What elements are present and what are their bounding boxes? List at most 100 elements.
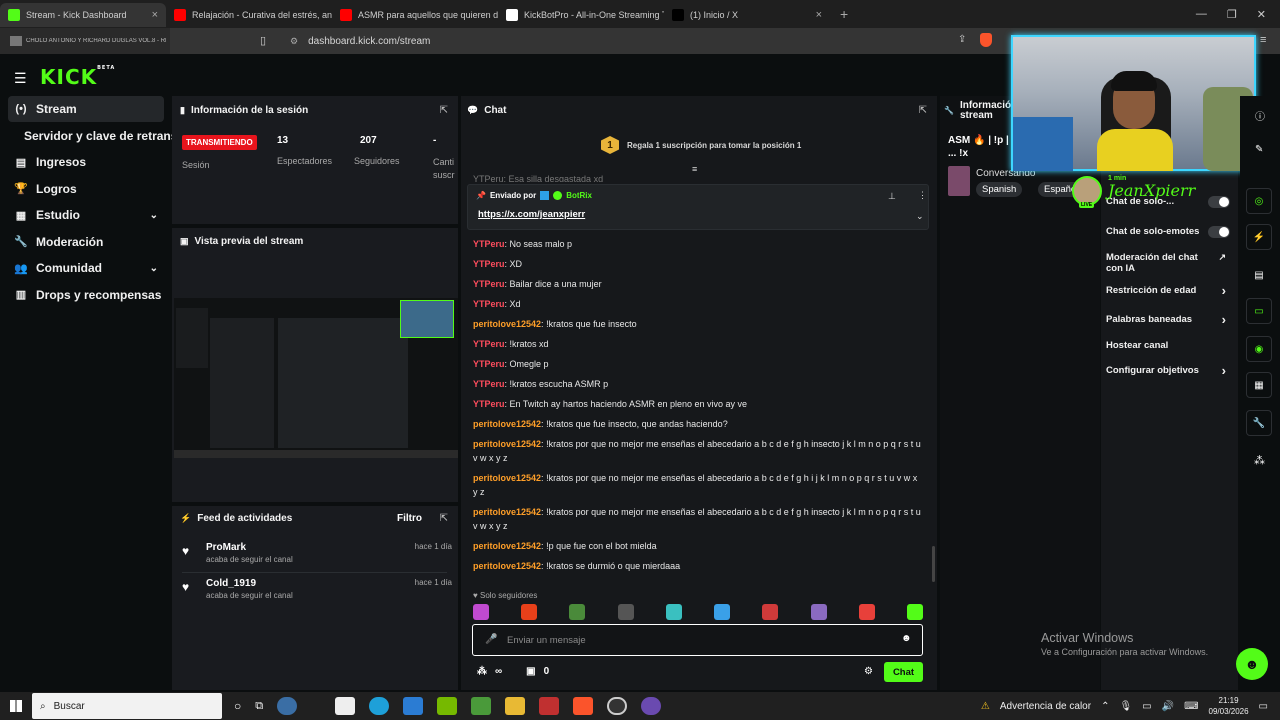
layout-rail-button[interactable]: ▦: [1246, 372, 1272, 398]
sidebar-item[interactable]: Servidor y clave de retransm: [8, 123, 188, 149]
browser-tab[interactable]: ASMR para aquellos que quieren dor ×: [332, 3, 498, 27]
emote-icon[interactable]: [473, 604, 489, 620]
url-field[interactable]: ⚙ dashboard.kick.com/stream: [290, 36, 430, 47]
windows-start-icon[interactable]: [10, 700, 22, 712]
feed-user[interactable]: ProMark: [206, 542, 246, 553]
lightning-rail-button[interactable]: ⚡: [1246, 224, 1272, 250]
pinned-message[interactable]: 📌 Enviado por BotRix https://x.com/jeanx…: [467, 184, 929, 230]
moderation-item[interactable]: Configurar objetivos ›: [1106, 363, 1230, 378]
browser-tab[interactable]: Stream - Kick Dashboard ×: [0, 3, 166, 27]
browser-tab[interactable]: Relajación - Curativa del estrés, ansie …: [166, 3, 332, 27]
hamburger-icon[interactable]: ☰: [14, 70, 27, 87]
chat-username[interactable]: YTPeru: [473, 399, 505, 409]
task-view-icon[interactable]: ⧉: [255, 700, 263, 713]
mail-icon[interactable]: [403, 697, 424, 715]
moderation-item[interactable]: Moderación del chat con IA ↗: [1106, 252, 1230, 274]
network-icon[interactable]: ▭: [1142, 701, 1151, 712]
moderation-item[interactable]: Restricción de edad ›: [1106, 283, 1230, 298]
emote-icon[interactable]: [521, 604, 538, 620]
chat-username[interactable]: YTPeru: [473, 259, 505, 269]
sidebar-item[interactable]: ▤ Ingresos: [8, 149, 164, 175]
popout-icon[interactable]: ⇱: [440, 105, 448, 116]
pinned-link[interactable]: https://x.com/jeanxpierr: [478, 209, 585, 220]
chat-input[interactable]: 🎤 Enviar un mensaje ☻: [472, 624, 923, 656]
chat-username[interactable]: peritolove12542: [473, 419, 541, 429]
feed-popout-icon[interactable]: ⇱: [440, 513, 448, 524]
gift-leaderboard[interactable]: 1 Regala 1 suscripción para tomar la pos…: [601, 136, 801, 154]
toggle-switch[interactable]: [1208, 226, 1230, 238]
menu-icon[interactable]: ≡: [1260, 34, 1266, 46]
chat-username[interactable]: peritolove12542: [473, 439, 541, 449]
moderation-item[interactable]: Chat de solo-emotes: [1106, 226, 1230, 238]
kick-logo[interactable]: KICKBETA: [40, 65, 115, 89]
app-icon-red[interactable]: [539, 697, 560, 715]
tab-close-icon[interactable]: ×: [816, 9, 822, 21]
sidebar-item[interactable]: (•) Stream: [8, 96, 164, 122]
restore-icon[interactable]: ❐: [1227, 8, 1237, 21]
notifications-icon[interactable]: ▭: [1259, 701, 1268, 712]
browser-tab[interactable]: KickBotPro - All-in-One Streaming To ×: [498, 3, 664, 27]
chat-settings-icon[interactable]: ⚙: [864, 666, 873, 677]
share-icon[interactable]: ⇪: [958, 34, 966, 45]
chat-username[interactable]: peritolove12542: [473, 561, 541, 571]
bookmark-icon[interactable]: ▯: [260, 34, 266, 47]
unpin-icon[interactable]: ⊥: [888, 191, 896, 202]
moderation-item[interactable]: Palabras baneadas ›: [1106, 312, 1230, 327]
emote-icon[interactable]: [906, 604, 923, 620]
emote-icon[interactable]: [810, 604, 827, 620]
emote-icon[interactable]: [569, 604, 586, 620]
emote-icon[interactable]: [665, 604, 682, 620]
chat-username[interactable]: YTPeru: [473, 299, 505, 309]
collapse-icon[interactable]: ≡: [692, 164, 697, 174]
tag-spanish[interactable]: Spanish: [976, 182, 1023, 197]
emote-icon[interactable]: [762, 604, 779, 620]
clipboard-rail-button[interactable]: ▤: [1246, 262, 1272, 288]
send-chat-button[interactable]: Chat: [884, 662, 923, 682]
target-rail-button[interactable]: ◎: [1246, 188, 1272, 214]
filter-button[interactable]: Filtro: [397, 513, 422, 524]
emote-icon[interactable]: [858, 604, 875, 620]
site-info-icon[interactable]: ⚙: [290, 36, 298, 47]
emote-icon[interactable]: [714, 604, 731, 620]
chat-username[interactable]: peritolove12542: [473, 319, 541, 329]
chat-username[interactable]: peritolove12542: [473, 507, 541, 517]
chat-username[interactable]: YTPeru: [473, 339, 505, 349]
warning-icon[interactable]: ⚠: [981, 701, 990, 712]
brave-icon[interactable]: [573, 697, 594, 715]
sidebar-item[interactable]: ▦ Estudio ⌄: [8, 202, 164, 228]
sidebar-item[interactable]: 🏆 Logros: [8, 176, 164, 202]
info-rail-icon[interactable]: ⓘ: [1255, 108, 1265, 123]
brave-shield-icon[interactable]: [980, 33, 992, 47]
expand-icon[interactable]: ⌄: [916, 211, 924, 222]
sidebar-item[interactable]: ▥ Drops y recompensas: [8, 282, 164, 308]
moderation-item[interactable]: Hostear canal: [1106, 340, 1230, 351]
toggle-switch[interactable]: [1208, 196, 1230, 208]
app-icon-1[interactable]: [277, 697, 298, 715]
volume-icon[interactable]: 🔊: [1162, 701, 1174, 712]
chat-rail-button[interactable]: ▭: [1246, 298, 1272, 324]
chat-popout-icon[interactable]: ⇱: [919, 105, 927, 116]
app-icon-green[interactable]: [471, 697, 492, 715]
broadcast-rail-button[interactable]: ◉: [1246, 336, 1272, 362]
mic-tray-icon[interactable]: 🎙: [1119, 701, 1132, 712]
taskbar-search[interactable]: ⌕ Buscar: [32, 693, 222, 719]
obs-icon[interactable]: [607, 697, 628, 715]
sidebar-item[interactable]: 👥 Comunidad ⌄: [8, 255, 164, 281]
clock[interactable]: 21:19 09/03/2026: [1209, 695, 1249, 717]
browser-tab[interactable]: (1) Inicio / X ×: [664, 3, 830, 27]
microphone-icon[interactable]: 🎤: [485, 634, 497, 645]
media-card[interactable]: CHOLO ANTONIO Y RICHARD DUGLAS VOL.8 - R…: [0, 28, 170, 54]
sidebar-item[interactable]: 🔧 Moderación: [8, 229, 164, 255]
edge-icon[interactable]: [369, 697, 390, 715]
tray-chevron-icon[interactable]: ⌃: [1101, 701, 1109, 712]
close-window-icon[interactable]: ✕: [1257, 8, 1266, 21]
emoji-icon[interactable]: ☻: [901, 633, 912, 644]
share-rail-icon[interactable]: ⁂: [1254, 454, 1265, 467]
feed-user[interactable]: Cold_1919: [206, 578, 256, 589]
more-icon[interactable]: ⋮: [918, 190, 927, 201]
chat-scrollbar[interactable]: [932, 546, 935, 582]
tab-close-icon[interactable]: ×: [152, 9, 158, 21]
folder-icon[interactable]: [505, 697, 526, 715]
chat-username[interactable]: YTPeru: [473, 359, 505, 369]
chat-username[interactable]: YTPeru: [473, 379, 505, 389]
